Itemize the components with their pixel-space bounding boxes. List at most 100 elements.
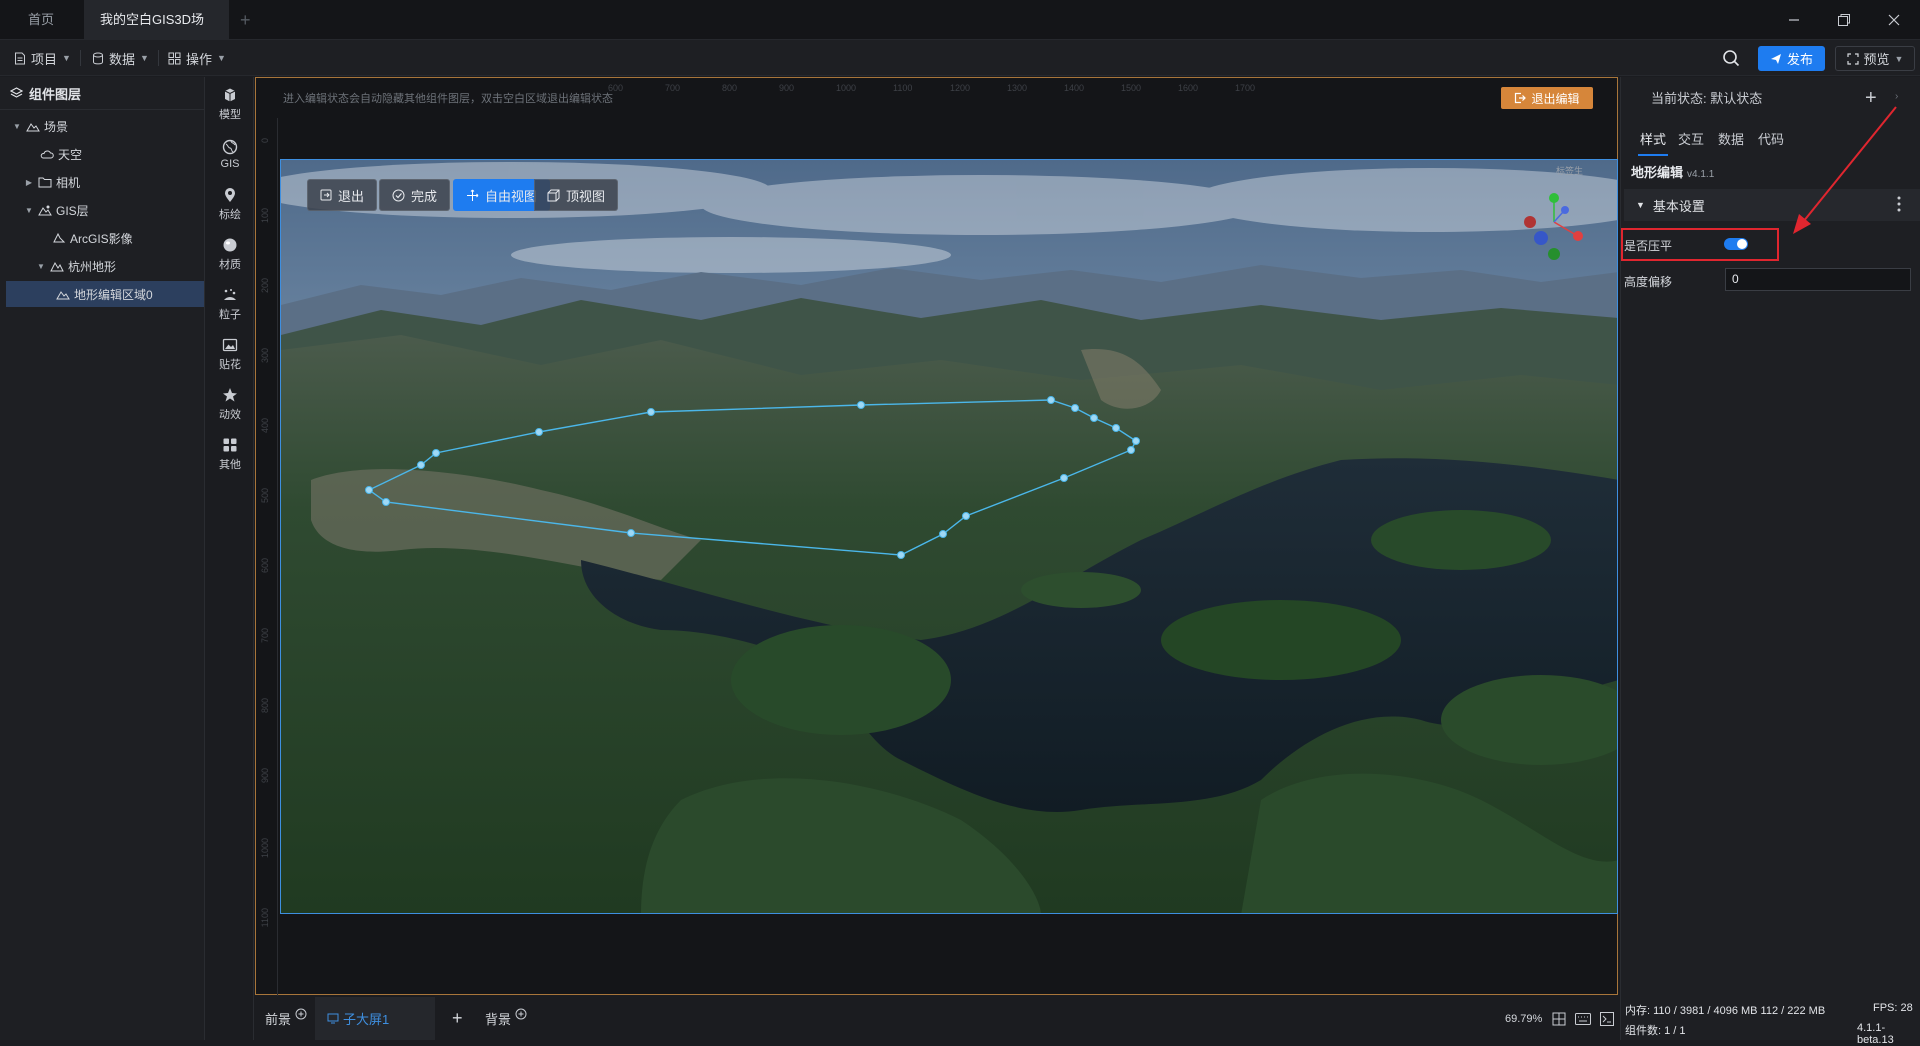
tab-data[interactable]: 数据 [1718,124,1744,156]
preview-button[interactable]: 预览 ▼ [1835,46,1915,71]
terminal-button[interactable] [1600,1012,1614,1029]
chevron-down-icon: ▼ [1894,53,1904,64]
tree-item-sky[interactable]: 天空 [6,141,204,167]
rail-item-effect[interactable]: 动效 [206,379,254,429]
rail-item-label: 标绘 [219,208,241,221]
tree-item-gis-layer[interactable]: ▼ GIS层 [6,197,204,223]
terrain-icon [50,261,64,272]
search-button[interactable] [1722,49,1740,70]
state-label: 当前状态: [1651,90,1707,106]
ruler-tick-label: 1100 [893,83,913,93]
flatten-toggle[interactable] [1724,238,1748,250]
layer-panel-title: 组件图层 [29,86,82,102]
ruler-tick-label: 0 [260,138,270,144]
fps-stat: FPS: 28 [1873,1002,1913,1014]
height-offset-label: 高度偏移 [1624,275,1673,289]
fps-value: 28 [1900,1002,1913,1014]
ruler-tick-label: 1000 [260,838,270,859]
background-tab[interactable]: 背景 [485,997,527,1040]
rail-item-decal[interactable]: 贴花 [206,329,254,379]
tree-item-label: 地形编辑区域0 [74,287,153,302]
sub-screen-tab[interactable]: 子大屏1 [315,997,435,1040]
ruler-tick-label: 600 [260,558,270,574]
editor-canvas[interactable]: 600 700 800 900 1000 1100 1200 1300 1400 1500 1600… [255,77,1618,996]
imagery-icon [53,232,66,243]
gis-3d-scene[interactable]: 标签生 退出 完成 自由视图 顶视图 [280,159,1618,914]
image-icon [222,338,238,351]
zoom-level[interactable]: 69.79% [1505,997,1542,1040]
pin-icon [225,187,235,202]
foreground-label: 前景 [265,1012,292,1027]
fullscreen-icon [1846,52,1859,65]
minimize-button[interactable] [1771,0,1817,40]
sub-screen-label: 子大屏1 [343,1012,390,1027]
publish-label: 发布 [1786,52,1813,67]
ruler-tick-label: 800 [722,83,738,93]
rail-item-other[interactable]: 其他 [206,429,254,479]
top-view-button[interactable]: 顶视图 [534,179,619,211]
tree-item-label: 天空 [58,147,83,162]
scene-done-button[interactable]: 完成 [379,179,451,211]
ruler-tick-label: 700 [665,83,681,93]
menu-operate[interactable]: 操作 ▼ [168,40,226,76]
tree-item-camera[interactable]: ▶ 相机 [6,169,204,195]
restore-button[interactable] [1821,0,1867,40]
foreground-tab[interactable]: 前景 [265,997,307,1040]
flatten-label: 是否压平 [1624,239,1673,253]
free-view-label: 自由视图 [485,188,538,204]
ruler-tick-label: 800 [260,698,270,714]
rail-item-model[interactable]: 模型 [206,79,254,129]
tab-scene[interactable]: 我的空白GIS3D场景 [84,0,229,67]
tab-label: 数据 [1718,132,1745,147]
tab-label: 首页 [28,12,55,27]
menu-project[interactable]: 项目 ▼ [14,40,71,76]
ruler-tick-label: 1400 [1064,83,1085,93]
chevron-down-icon: ▼ [25,205,33,215]
components-label: 组件数: [1625,1025,1662,1037]
menu-label: 操作 [186,51,213,67]
bottom-bar: 前景 子大屏1 + 背景 69.79% [255,997,1620,1040]
new-tab-button[interactable]: + [240,0,251,40]
tab-style[interactable]: 样式 [1638,124,1668,156]
toggle-knob [1737,239,1747,249]
exit-edit-button[interactable]: 退出编辑 [1501,87,1593,109]
chevron-right-icon[interactable]: › [1895,91,1898,102]
tab-home[interactable]: 首页 [12,0,70,40]
star-icon [223,387,237,401]
ruler-tick-label: 900 [779,83,795,93]
chevron-down-icon: ▼ [62,53,71,63]
fit-screen-button[interactable] [1552,1012,1566,1029]
ruler-tick-label: 200 [260,278,270,294]
chevron-right-icon: ▶ [25,177,33,187]
tab-label: 样式 [1639,132,1666,147]
publish-button[interactable]: 发布 [1758,46,1825,71]
rail-item-particle[interactable]: 粒子 [206,279,254,329]
rail-item-label: 动效 [219,408,241,421]
tree-item-arcgis[interactable]: ArcGIS影像 [6,225,204,251]
ruler-tick-label: 1000 [836,83,857,93]
memory-label: 内存: [1625,1005,1651,1017]
keyboard-button[interactable] [1575,1013,1591,1028]
scene-exit-button[interactable]: 退出 [307,179,378,211]
add-screen-button[interactable]: + [452,997,463,1040]
menu-data[interactable]: 数据 ▼ [92,40,149,76]
ruler-tick-label: 1600 [1178,83,1199,93]
layer-panel: 组件图层 ▼ 场景 天空 ▶ 相机 ▼ GIS层 ArcGIS影像 ▼ 杭州地形… [0,77,205,1040]
terrain-view[interactable] [281,160,1618,914]
move-icon [467,189,479,201]
tree-item-edit-region[interactable]: 地形编辑区域0 [6,281,204,307]
tree-item-scene[interactable]: ▼ 场景 [6,113,204,139]
component-name: 地形编辑 [1631,165,1684,180]
rail-item-label: 贴花 [219,358,241,371]
rail-item-material[interactable]: 材质 [206,229,254,279]
close-button[interactable] [1871,0,1917,40]
rail-item-gis[interactable]: GIS [206,129,254,179]
rail-item-plot[interactable]: 标绘 [206,179,254,229]
model-icon [224,88,236,101]
tab-interaction[interactable]: 交互 [1678,124,1704,156]
exit-icon [1515,92,1527,104]
tree-item-terrain[interactable]: ▼ 杭州地形 [6,253,204,279]
ruler-tick-label: 500 [260,488,270,504]
height-offset-input[interactable]: 0 [1725,268,1911,291]
annotation-arrow [1793,106,1897,234]
